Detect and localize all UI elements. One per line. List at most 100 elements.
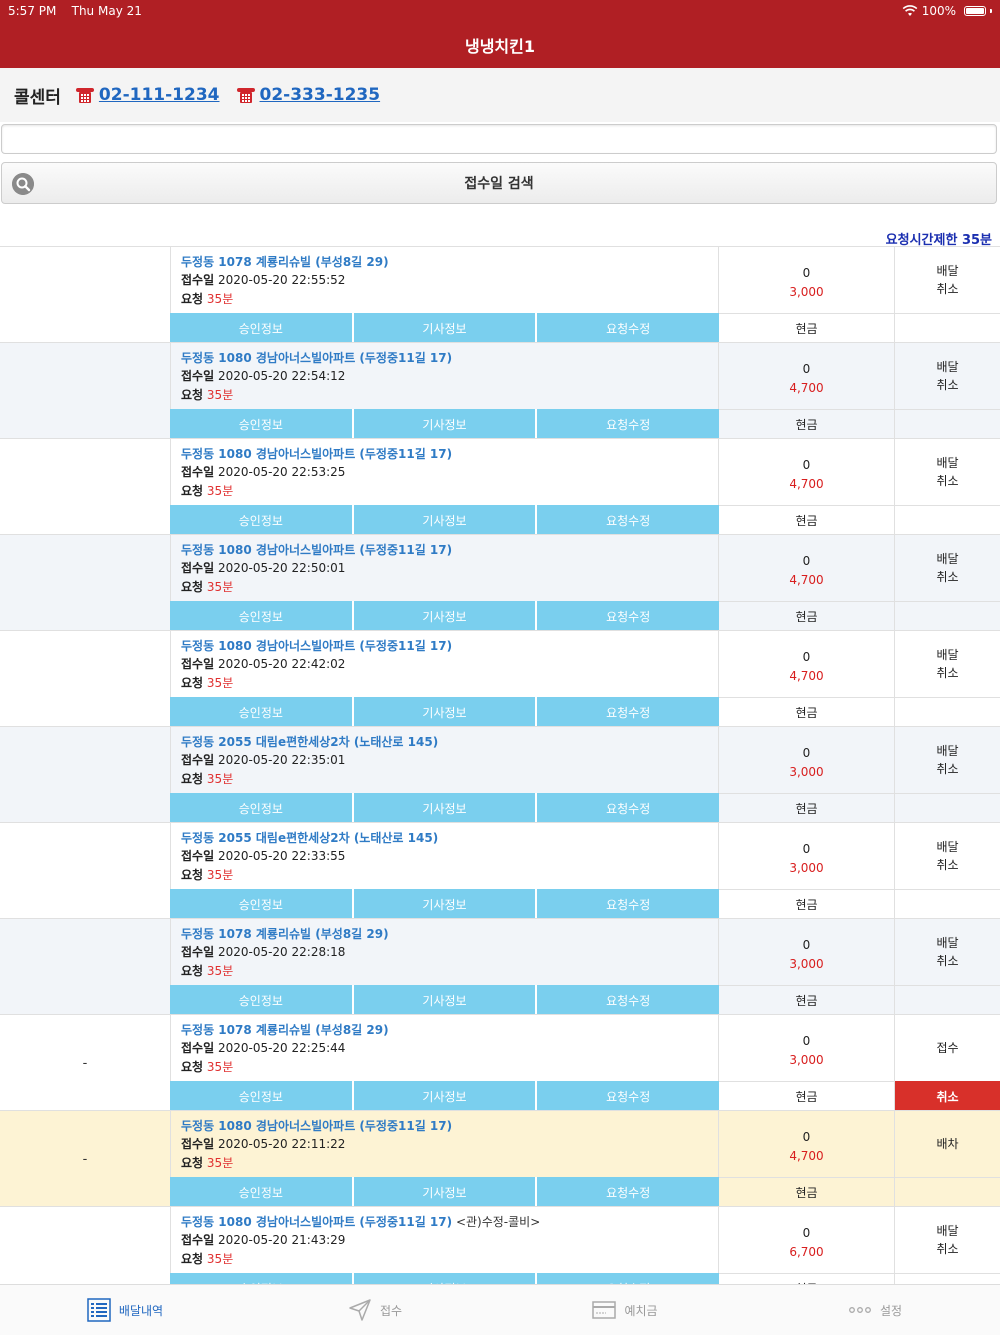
- order-info[interactable]: 두정동 2055 대림e편한세상2차 (노태산로 145) 접수일 2020-05…: [170, 823, 719, 889]
- tab-settings[interactable]: 설정: [750, 1285, 1000, 1335]
- approval-info-button[interactable]: 승인정보: [170, 313, 354, 343]
- payment-method: 현금: [719, 1273, 895, 1284]
- status-bar: 5:57 PM Thu May 21 100%: [0, 0, 1000, 22]
- request-label: 요청: [181, 292, 204, 306]
- received-value: 2020-05-20 22:53:25: [217, 465, 346, 479]
- order-address[interactable]: 두정동 1080 경남아너스빌아파트 (두정중11길 17): [181, 541, 708, 559]
- search-input[interactable]: [1, 124, 997, 154]
- order-address[interactable]: 두정동 2055 대림e편한세상2차 (노태산로 145): [181, 829, 708, 847]
- order-address[interactable]: 두정동 1078 계룡리슈빌 (부성8길 29): [181, 253, 708, 271]
- tab-label: 접수: [379, 1303, 403, 1318]
- order-price: 4,700: [789, 477, 824, 491]
- row-actions: 승인정보기사정보요청수정: [170, 1081, 720, 1111]
- received-label: 접수일: [181, 1233, 215, 1247]
- approval-info-button[interactable]: 승인정보: [170, 889, 354, 919]
- table-row[interactable]: 두정동 2055 대림e편한세상2차 (노태산로 145) 접수일 2020-05…: [0, 726, 1000, 823]
- order-address[interactable]: 두정동 1080 경남아너스빌아파트 (두정중11길 17): [181, 349, 708, 367]
- driver-info-button[interactable]: 기사정보: [353, 1177, 538, 1207]
- driver-info-button[interactable]: 기사정보: [353, 1273, 538, 1284]
- edit-request-button[interactable]: 요청수정: [537, 1273, 720, 1284]
- order-info[interactable]: 두정동 1080 경남아너스빌아파트 (두정중11길 17) 접수일 2020-0…: [170, 439, 719, 505]
- table-row[interactable]: 두정동 1080 경남아너스빌아파트 (두정중11길 17) 접수일 2020-0…: [0, 630, 1000, 727]
- driver-info-button[interactable]: 기사정보: [353, 889, 538, 919]
- driver-info-button[interactable]: 기사정보: [353, 601, 538, 631]
- edit-request-button[interactable]: 요청수정: [537, 409, 720, 439]
- approval-info-button[interactable]: 승인정보: [170, 505, 354, 535]
- order-list[interactable]: 두정동 1078 계룡리슈빌 (부성8길 29) 접수일 2020-05-20 2…: [0, 246, 1000, 1284]
- order-received-time: 접수일 2020-05-20 22:42:02: [181, 655, 708, 674]
- order-info[interactable]: 두정동 1080 경남아너스빌아파트 (두정중11길 17) 접수일 2020-0…: [170, 535, 719, 601]
- edit-request-button[interactable]: 요청수정: [537, 505, 720, 535]
- order-address[interactable]: 두정동 1080 경남아너스빌아파트 (두정중11길 17) <관)수정-콜비>: [181, 1213, 708, 1231]
- order-address[interactable]: 두정동 1080 경남아너스빌아파트 (두정중11길 17): [181, 1117, 708, 1135]
- page-title: 냉냉치킨1: [464, 37, 535, 56]
- edit-request-button[interactable]: 요청수정: [537, 889, 720, 919]
- request-value: 35분: [206, 676, 234, 690]
- order-info[interactable]: 두정동 1080 경남아너스빌아파트 (두정중11길 17) 접수일 2020-0…: [170, 1111, 719, 1177]
- table-row[interactable]: 두정동 1080 경남아너스빌아파트 (두정중11길 17) 접수일 2020-0…: [0, 534, 1000, 631]
- table-row[interactable]: 두정동 2055 대림e편한세상2차 (노태산로 145) 접수일 2020-05…: [0, 822, 1000, 919]
- order-amount: 0 4,700: [719, 343, 895, 409]
- edit-request-button[interactable]: 요청수정: [537, 601, 720, 631]
- order-address[interactable]: 두정동 1080 경남아너스빌아파트 (두정중11길 17): [181, 445, 708, 463]
- driver-info-button[interactable]: 기사정보: [353, 793, 538, 823]
- order-price: 3,000: [789, 957, 824, 971]
- approval-info-button[interactable]: 승인정보: [170, 1273, 354, 1284]
- table-row[interactable]: 두정동 1078 계룡리슈빌 (부성8길 29) 접수일 2020-05-20 2…: [0, 246, 1000, 343]
- table-row[interactable]: 두정동 1080 경남아너스빌아파트 (두정중11길 17) <관)수정-콜비>…: [0, 1206, 1000, 1284]
- approval-info-button[interactable]: 승인정보: [170, 409, 354, 439]
- edit-request-button[interactable]: 요청수정: [537, 1081, 720, 1111]
- order-price: 6,700: [789, 1245, 824, 1259]
- received-value: 2020-05-20 22:28:18: [217, 945, 346, 959]
- driver-info-button[interactable]: 기사정보: [353, 505, 538, 535]
- order-info[interactable]: 두정동 1080 경남아너스빌아파트 (두정중11길 17) 접수일 2020-0…: [170, 343, 719, 409]
- status-time-date: 5:57 PM Thu May 21: [8, 4, 142, 18]
- approval-info-button[interactable]: 승인정보: [170, 1177, 354, 1207]
- driver-info-button[interactable]: 기사정보: [353, 409, 538, 439]
- order-info[interactable]: 두정동 1080 경남아너스빌아파트 (두정중11길 17) 접수일 2020-0…: [170, 631, 719, 697]
- call-center-phone-2[interactable]: 02-333-1235: [236, 85, 380, 105]
- table-row[interactable]: 두정동 1080 경남아너스빌아파트 (두정중11길 17) 접수일 2020-0…: [0, 342, 1000, 439]
- driver-info-button[interactable]: 기사정보: [353, 313, 538, 343]
- tab-receipt[interactable]: 접수: [250, 1285, 500, 1335]
- order-address[interactable]: 두정동 1080 경남아너스빌아파트 (두정중11길 17): [181, 637, 708, 655]
- order-info[interactable]: 두정동 1078 계룡리슈빌 (부성8길 29) 접수일 2020-05-20 2…: [170, 247, 719, 313]
- approval-info-button[interactable]: 승인정보: [170, 601, 354, 631]
- order-qty: 0: [802, 746, 811, 760]
- approval-info-button[interactable]: 승인정보: [170, 793, 354, 823]
- call-center-phone-1[interactable]: 02-111-1234: [75, 85, 220, 105]
- order-address[interactable]: 두정동 1078 계룡리슈빌 (부성8길 29): [181, 1021, 708, 1039]
- cancel-order-button[interactable]: 취소: [895, 1081, 1000, 1111]
- order-info[interactable]: 두정동 1080 경남아너스빌아파트 (두정중11길 17) <관)수정-콜비>…: [170, 1207, 719, 1273]
- edit-request-button[interactable]: 요청수정: [537, 697, 720, 727]
- received-value: 2020-05-20 22:54:12: [217, 369, 346, 383]
- approval-info-button[interactable]: 승인정보: [170, 1081, 354, 1111]
- date-search-button[interactable]: 접수일 검색: [1, 162, 997, 204]
- driver-info-button[interactable]: 기사정보: [353, 985, 538, 1015]
- order-address[interactable]: 두정동 2055 대림e편한세상2차 (노태산로 145): [181, 733, 708, 751]
- approval-info-button[interactable]: 승인정보: [170, 697, 354, 727]
- tab-deposit[interactable]: 예치금: [500, 1285, 750, 1335]
- table-row[interactable]: 두정동 1078 계룡리슈빌 (부성8길 29) 접수일 2020-05-20 2…: [0, 918, 1000, 1015]
- order-info[interactable]: 두정동 2055 대림e편한세상2차 (노태산로 145) 접수일 2020-05…: [170, 727, 719, 793]
- driver-info-button[interactable]: 기사정보: [353, 697, 538, 727]
- order-info[interactable]: 두정동 1078 계룡리슈빌 (부성8길 29) 접수일 2020-05-20 2…: [170, 1015, 719, 1081]
- table-row[interactable]: 두정동 1080 경남아너스빌아파트 (두정중11길 17) 접수일 2020-0…: [0, 438, 1000, 535]
- edit-request-button[interactable]: 요청수정: [537, 793, 720, 823]
- cancel-order-button: [895, 601, 1000, 631]
- order-address[interactable]: 두정동 1078 계룡리슈빌 (부성8길 29): [181, 925, 708, 943]
- driver-info-button[interactable]: 기사정보: [353, 1081, 538, 1111]
- table-row[interactable]: - 두정동 1080 경남아너스빌아파트 (두정중11길 17) 접수일 2020-…: [0, 1110, 1000, 1207]
- approval-info-button[interactable]: 승인정보: [170, 985, 354, 1015]
- order-received-time: 접수일 2020-05-20 22:28:18: [181, 943, 708, 962]
- edit-request-button[interactable]: 요청수정: [537, 1177, 720, 1207]
- status-primary: 배달: [936, 648, 959, 662]
- table-row[interactable]: - 두정동 1078 계룡리슈빌 (부성8길 29) 접수일 2020-05-20 …: [0, 1014, 1000, 1111]
- order-request: 요청 35분: [181, 770, 708, 788]
- tab-delivery-history[interactable]: 배달내역: [0, 1285, 250, 1335]
- edit-request-button[interactable]: 요청수정: [537, 985, 720, 1015]
- order-info[interactable]: 두정동 1078 계룡리슈빌 (부성8길 29) 접수일 2020-05-20 2…: [170, 919, 719, 985]
- order-received-time: 접수일 2020-05-20 22:25:44: [181, 1039, 708, 1058]
- order-amount: 0 4,700: [719, 1111, 895, 1177]
- edit-request-button[interactable]: 요청수정: [537, 313, 720, 343]
